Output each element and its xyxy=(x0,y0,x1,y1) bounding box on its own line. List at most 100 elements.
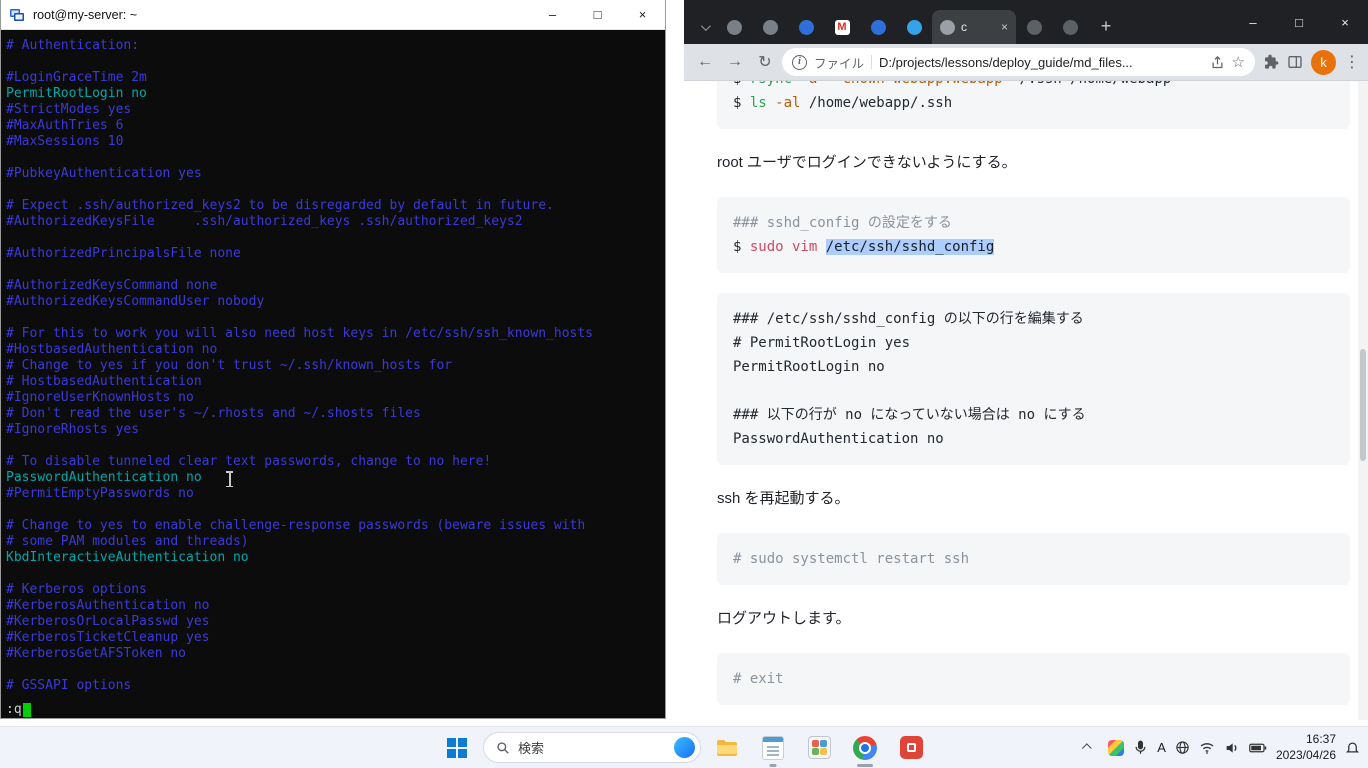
terminal-line: #MaxSessions 10 xyxy=(6,134,660,150)
browser-tab[interactable] xyxy=(716,10,752,44)
taskbar-app-icon-notepad[interactable] xyxy=(753,728,793,768)
terminal-line: # HostbasedAuthentication xyxy=(6,374,660,390)
running-indicator xyxy=(770,764,777,767)
forward-button[interactable]: → xyxy=(722,49,748,75)
terminal-blank-line xyxy=(6,438,660,454)
clock-time: 16:37 xyxy=(1276,732,1336,748)
browser-tab[interactable] xyxy=(752,10,788,44)
terminal-body[interactable]: # Authentication: #LoginGraceTime 2mPerm… xyxy=(1,30,665,702)
tab-favicon xyxy=(799,20,814,35)
code-block: ### sshd_config の設定をする$ sudo vim /etc/ss… xyxy=(717,197,1350,273)
browser-close-button[interactable]: × xyxy=(1322,0,1368,44)
wifi-icon[interactable] xyxy=(1199,740,1215,756)
code-line: $ rsync -a --chown=webapp:webapp ~/.ssh … xyxy=(733,81,1334,91)
code-line: PasswordAuthentication no xyxy=(733,427,1334,451)
terminal-blank-line xyxy=(6,230,660,246)
battery-icon[interactable] xyxy=(1249,741,1267,755)
terminal-window-title: root@my-server: ~ xyxy=(33,8,522,22)
profile-avatar[interactable]: k xyxy=(1311,50,1336,75)
taskbar: 検索 xyxy=(0,726,1368,768)
terminal-line: # Kerberos options xyxy=(6,582,660,598)
doc-paragraph: ログアウトします。 xyxy=(717,607,1350,631)
terminal-line: # Authentication: xyxy=(6,38,660,54)
code-block: # exit xyxy=(717,653,1350,705)
terminal-line: #HostbasedAuthentication no xyxy=(6,342,660,358)
volume-icon[interactable] xyxy=(1224,740,1240,756)
extensions-puzzle-icon[interactable] xyxy=(1263,54,1279,70)
browser-tab[interactable]: M xyxy=(824,10,860,44)
browser-maximize-button[interactable]: □ xyxy=(1276,0,1322,44)
notification-bell-icon[interactable] xyxy=(1345,740,1360,755)
taskbar-app-icon-chrome[interactable] xyxy=(845,728,885,768)
page-info-icon[interactable]: i xyxy=(792,55,807,70)
terminal-close-button[interactable]: × xyxy=(620,0,665,29)
putty-app-icon xyxy=(9,7,25,23)
scrollbar-track[interactable] xyxy=(1358,81,1368,720)
tab-favicon xyxy=(940,20,955,35)
reload-button[interactable]: ↻ xyxy=(752,49,778,75)
terminal-blank-line xyxy=(6,54,660,70)
mouse-ibeam-cursor xyxy=(225,471,234,487)
terminal-blank-line xyxy=(6,182,660,198)
taskbar-search-box[interactable]: 検索 xyxy=(483,732,701,763)
windows-logo-icon xyxy=(447,738,467,758)
terminal-blank-line xyxy=(6,310,660,326)
bookmark-star-icon[interactable]: ☆ xyxy=(1232,53,1245,71)
address-bar[interactable]: i ファイル D:/projects/lessons/deploy_guide/… xyxy=(782,48,1255,76)
browser-tab[interactable] xyxy=(896,10,932,44)
red-app-icon xyxy=(900,736,923,759)
code-line: # PermitRootLogin yes xyxy=(733,331,1334,355)
tab-title: c xyxy=(961,20,995,34)
code-line xyxy=(733,379,1334,403)
browser-tab[interactable] xyxy=(788,10,824,44)
terminal-line: PermitRootLogin no xyxy=(6,86,660,102)
terminal-line: #IgnoreRhosts yes xyxy=(6,422,660,438)
browser-menu-button[interactable]: ⋮ xyxy=(1344,52,1360,72)
browser-tab[interactable] xyxy=(860,10,896,44)
clock-date: 2023/04/26 xyxy=(1276,748,1336,764)
taskbar-center-group: 検索 xyxy=(437,727,931,768)
taskbar-clock[interactable]: 16:37 2023/04/26 xyxy=(1276,732,1336,763)
code-line: $ ls -al /home/webapp/.ssh xyxy=(733,91,1334,115)
taskbar-app-icon-red[interactable] xyxy=(891,728,931,768)
terminal-titlebar[interactable]: root@my-server: ~ – □ × xyxy=(1,0,665,30)
terminal-line: #LoginGraceTime 2m xyxy=(6,70,660,86)
terminal-blank-line xyxy=(6,566,660,582)
browser-tab-active[interactable]: c× xyxy=(932,10,1016,44)
tray-overflow-button[interactable] xyxy=(1075,732,1099,764)
code-block: # sudo systemctl restart ssh xyxy=(717,533,1350,585)
side-panel-icon[interactable] xyxy=(1287,54,1303,70)
code-line: ### /etc/ssh/sshd_config の以下の行を編集する xyxy=(733,307,1334,331)
terminal-line: PasswordAuthentication no xyxy=(6,470,660,486)
scrollbar-thumb[interactable] xyxy=(1360,349,1366,461)
browser-tab[interactable] xyxy=(1052,10,1088,44)
terminal-blank-line xyxy=(6,150,660,166)
globe-icon[interactable] xyxy=(1175,740,1190,755)
tab-favicon xyxy=(727,20,742,35)
browser-tab[interactable] xyxy=(1016,10,1052,44)
notepad-icon xyxy=(762,736,784,760)
tab-favicon xyxy=(871,20,886,35)
taskbar-app-icon-explorer[interactable] xyxy=(707,728,747,768)
back-button[interactable]: ← xyxy=(692,49,718,75)
tab-close-icon[interactable]: × xyxy=(1001,21,1008,33)
terminal-line: #MaxAuthTries 6 xyxy=(6,118,660,134)
share-icon[interactable] xyxy=(1210,55,1225,70)
toolbar-right-cluster: k ⋮ xyxy=(1263,50,1360,75)
tab-search-button[interactable] xyxy=(692,10,716,44)
taskbar-app-icon-3[interactable] xyxy=(799,728,839,768)
doc-paragraph: root ユーザでログインできないようにする。 xyxy=(717,151,1350,175)
tray-app-icon[interactable] xyxy=(1108,740,1124,756)
terminal-maximize-button[interactable]: □ xyxy=(575,0,620,29)
new-tab-button[interactable]: + xyxy=(1092,12,1120,40)
microphone-icon[interactable] xyxy=(1133,740,1148,755)
tab-favicon xyxy=(763,20,778,35)
terminal-line: # To disable tunneled clear text passwor… xyxy=(6,454,660,470)
code-line: # exit xyxy=(733,667,1334,691)
system-tray: A 16:37 2023/04/26 xyxy=(1075,727,1364,768)
ime-mode-indicator[interactable]: A xyxy=(1157,740,1166,755)
tab-favicon xyxy=(907,20,922,35)
start-button[interactable] xyxy=(437,728,477,768)
browser-minimize-button[interactable]: – xyxy=(1230,0,1276,44)
terminal-minimize-button[interactable]: – xyxy=(530,0,575,29)
